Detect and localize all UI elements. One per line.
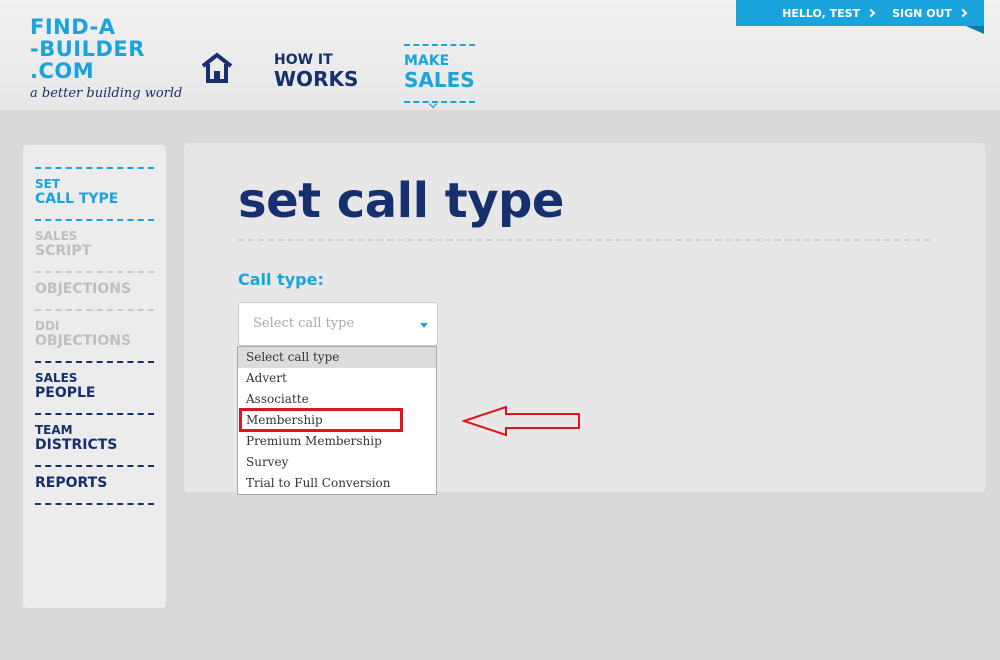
sidebar-item-label-top: SALES [35, 229, 78, 243]
sidebar-item-label: PEOPLE [35, 385, 96, 401]
dropdown-option-advert[interactable]: Advert [238, 368, 436, 389]
sidebar-item-sales-people[interactable]: SALES PEOPLE [35, 361, 154, 409]
sign-out-link[interactable]: SIGN OUT [892, 6, 968, 20]
sidebar-item-ddi-objections: DDI OBJECTIONS [35, 309, 154, 357]
sidebar-item-sales-script: SALES SCRIPT [35, 219, 154, 267]
logo[interactable]: FIND-A -BUILDER .COM a better building w… [30, 16, 182, 101]
sidebar-divider [35, 503, 154, 505]
user-bar: HELLO, TEST SIGN OUT [736, 0, 984, 26]
sidebar-item-set-call-type[interactable]: SET CALL TYPE [35, 167, 154, 215]
dropdown-option-survey[interactable]: Survey [238, 452, 436, 473]
sidebar-item-label: OBJECTIONS [35, 333, 132, 349]
title-divider [238, 239, 930, 241]
call-type-label: Call type: [238, 270, 324, 289]
sign-out-label: SIGN OUT [892, 6, 952, 20]
sidebar-item-label-top: DDI [35, 319, 60, 333]
sidebar: SET CALL TYPE SALES SCRIPT OBJECTIONS DD… [23, 145, 166, 608]
nav-how-it-works[interactable]: HOW IT WORKS [274, 52, 359, 91]
nav-sales-bottom: SALES [404, 68, 475, 92]
dropdown-option-trial-to-full-conversion[interactable]: Trial to Full Conversion [238, 473, 436, 494]
nav-how-bottom: WORKS [274, 67, 359, 91]
logo-line-2: -BUILDER [30, 37, 145, 61]
logo-tagline: a better building world [30, 86, 183, 101]
sidebar-item-label: OBJECTIONS [35, 281, 132, 297]
page-title: set call type [238, 173, 564, 229]
chevron-right-icon [866, 8, 876, 18]
chevron-right-icon [958, 8, 968, 18]
call-type-select[interactable]: Select call type [238, 302, 438, 346]
sidebar-item-label: CALL TYPE [35, 191, 119, 207]
nav-sales-top: MAKE [404, 53, 450, 69]
sidebar-item-label-top: SALES [35, 371, 78, 385]
active-caret-icon [428, 99, 438, 109]
user-greeting: HELLO, TEST [782, 6, 861, 20]
select-placeholder: Select call type [253, 316, 355, 331]
sidebar-item-objections: OBJECTIONS [35, 271, 154, 305]
header: FIND-A -BUILDER .COM a better building w… [0, 0, 1000, 110]
sidebar-item-team-districts[interactable]: TEAM DISTRICTS [35, 413, 154, 461]
sidebar-item-reports[interactable]: REPORTS [35, 465, 154, 499]
left-arrow-icon [462, 405, 580, 437]
user-greeting-link[interactable]: HELLO, TEST [782, 6, 876, 20]
nav-how-top: HOW IT [274, 52, 333, 68]
dropdown-option-select-call-type[interactable]: Select call type [238, 347, 436, 368]
logo-line-3: .COM [30, 59, 95, 83]
nav-make-sales[interactable]: MAKE SALES [404, 44, 475, 109]
sidebar-item-label: REPORTS [35, 475, 108, 491]
sidebar-item-label-top: TEAM [35, 423, 73, 437]
sidebar-item-label-top: SET [35, 177, 61, 191]
sidebar-item-label: DISTRICTS [35, 437, 118, 453]
user-bar-fold [966, 26, 984, 34]
caret-down-icon [420, 323, 428, 328]
sidebar-item-label: SCRIPT [35, 243, 92, 259]
dropdown-option-premium-membership[interactable]: Premium Membership [238, 431, 436, 452]
home-icon[interactable] [200, 52, 234, 84]
membership-highlight-box [239, 408, 403, 432]
logo-line-1: FIND-A [30, 15, 116, 39]
dropdown-option-associatte[interactable]: Associatte [238, 389, 436, 410]
